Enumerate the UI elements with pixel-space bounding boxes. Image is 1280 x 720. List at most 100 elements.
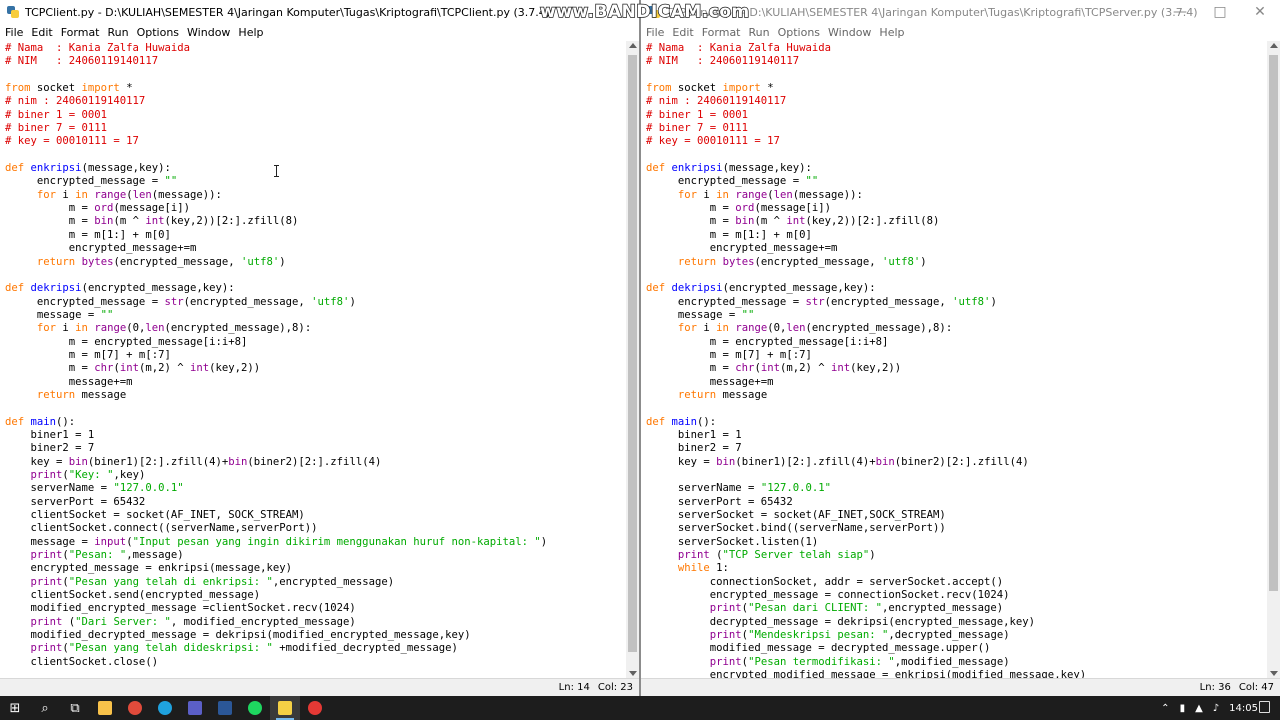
code-line[interactable]: clientSocket.send(encrypted_message) [5, 589, 261, 601]
code-line[interactable]: def main(): [5, 416, 75, 428]
code-line[interactable]: m = chr(int(m,2) ^ int(key,2)) [646, 362, 901, 374]
code-line[interactable]: serverSocket = socket(AF_INET,SOCK_STREA… [646, 509, 946, 521]
code-line[interactable]: encrypted_message = connectionSocket.rec… [646, 589, 1010, 601]
code-line[interactable]: print ("Dari Server: ", modified_encrypt… [5, 616, 356, 628]
code-line[interactable]: for i in range(0,len(encrypted_message),… [646, 322, 952, 334]
code-line[interactable]: m = bin(m ^ int(key,2))[2:].zfill(8) [646, 215, 940, 227]
notification-icon[interactable] [1259, 701, 1270, 713]
code-line[interactable]: encrypted_message+=m [646, 242, 838, 254]
server-scroll-thumb[interactable] [1269, 55, 1278, 591]
code-line[interactable]: def dekripsi(encrypted_message,key): [5, 282, 235, 294]
code-line[interactable]: m = m[7] + m[:7] [646, 349, 812, 361]
code-line[interactable]: m = ord(message[i]) [646, 202, 831, 214]
clock[interactable]: 14:05 [1229, 703, 1258, 714]
code-line[interactable]: encrypted_message = enkripsi(message,key… [5, 562, 293, 574]
code-line[interactable]: def enkripsi(message,key): [5, 162, 171, 174]
battery-icon[interactable]: ▮ [1180, 703, 1186, 714]
code-line[interactable]: # biner 7 = 0111 [646, 122, 748, 134]
code-line[interactable]: encrypted_modified_message = enkripsi(mo… [646, 669, 1086, 678]
code-line[interactable]: print("Pesan termodifikasi: ",modified_m… [646, 656, 1010, 668]
code-line[interactable]: # biner 1 = 0001 [646, 109, 748, 121]
code-line[interactable]: # biner 1 = 0001 [5, 109, 107, 121]
code-line[interactable]: biner1 = 1 [5, 429, 95, 441]
server-code-text[interactable]: # Nama : Kania Zalfa Huwaida # NIM : 240… [641, 41, 1267, 678]
scroll-down-arrow-icon[interactable] [629, 671, 637, 676]
code-line[interactable]: return bytes(encrypted_message, 'utf8') [5, 256, 286, 268]
client-menu-format[interactable]: Format [57, 26, 104, 39]
server-menu-help[interactable]: Help [875, 26, 908, 39]
word-taskbar-button[interactable] [210, 696, 240, 720]
code-line[interactable]: clientSocket.close() [5, 656, 159, 668]
code-line[interactable]: # nim : 24060119140117 [646, 95, 786, 107]
code-line[interactable]: biner2 = 7 [5, 442, 95, 454]
volume-icon[interactable]: ♪ [1213, 703, 1219, 714]
code-line[interactable]: biner1 = 1 [646, 429, 742, 441]
server-code-editor[interactable]: # Nama : Kania Zalfa Huwaida # NIM : 240… [641, 41, 1267, 678]
code-line[interactable]: encrypted_message = str(encrypted_messag… [5, 296, 356, 308]
chevron-up-icon[interactable]: ⌃ [1161, 703, 1169, 714]
code-line[interactable]: m = encrypted_message[i:i+8] [646, 336, 889, 348]
spotify-taskbar-button[interactable] [240, 696, 270, 720]
code-line[interactable]: return message [646, 389, 767, 401]
code-line[interactable]: while 1: [646, 562, 729, 574]
code-line[interactable]: encrypted_message = "" [5, 175, 177, 187]
scroll-up-arrow-icon[interactable] [629, 43, 637, 48]
code-line[interactable]: print("Pesan: ",message) [5, 549, 184, 561]
code-line[interactable]: # Nama : Kania Zalfa Huwaida [646, 42, 831, 54]
code-line[interactable]: encrypted_message = "" [646, 175, 818, 187]
code-line[interactable]: serverPort = 65432 [646, 496, 793, 508]
server-menu-format[interactable]: Format [698, 26, 745, 39]
code-line[interactable]: m = m[1:] + m[0] [5, 229, 171, 241]
code-line[interactable]: # biner 7 = 0111 [5, 122, 107, 134]
code-line[interactable]: print("Key: ",key) [5, 469, 146, 481]
code-line[interactable]: for i in range(len(message)): [5, 189, 222, 201]
code-line[interactable]: # NIM : 24060119140117 [646, 55, 799, 67]
code-line[interactable]: message = "" [646, 309, 755, 321]
bandicam-taskbar-button[interactable] [300, 696, 330, 720]
task-view-taskbar-button[interactable]: ⧉ [60, 696, 90, 720]
code-line[interactable]: decrypted_message = dekripsi(encrypted_m… [646, 616, 1035, 628]
code-line[interactable]: # nim : 24060119140117 [5, 95, 145, 107]
maximize-icon[interactable]: □ [1200, 0, 1240, 24]
code-line[interactable]: serverSocket.bind((serverName,serverPort… [646, 522, 946, 534]
code-line[interactable]: from socket import * [646, 82, 774, 94]
server-menu-window[interactable]: Window [824, 26, 875, 39]
server-vertical-scrollbar[interactable] [1267, 41, 1280, 678]
code-line[interactable]: message+=m [646, 376, 774, 388]
code-line[interactable]: encrypted_message+=m [5, 242, 197, 254]
code-line[interactable]: m = m[1:] + m[0] [646, 229, 812, 241]
code-line[interactable]: serverSocket.listen(1) [646, 536, 818, 548]
code-line[interactable]: print("Mendeskripsi pesan: ",decrypted_m… [646, 629, 1010, 641]
client-menu-file[interactable]: File [1, 26, 27, 39]
client-scroll-thumb[interactable] [628, 55, 637, 652]
code-line[interactable]: # key = 00010111 = 17 [5, 135, 139, 147]
code-line[interactable]: message = input("Input pesan yang ingin … [5, 536, 548, 548]
server-menu-options[interactable]: Options [774, 26, 824, 39]
code-line[interactable]: for i in range(len(message)): [646, 189, 863, 201]
code-line[interactable]: clientSocket = socket(AF_INET, SOCK_STRE… [5, 509, 305, 521]
code-line[interactable]: message = "" [5, 309, 114, 321]
code-line[interactable]: def enkripsi(message,key): [646, 162, 812, 174]
code-line[interactable]: key = bin(biner1)[2:].zfill(4)+bin(biner… [646, 456, 1029, 468]
python-idle-taskbar-button[interactable] [270, 696, 300, 720]
code-line[interactable]: m = m[7] + m[:7] [5, 349, 171, 361]
close-icon[interactable]: ✕ [1240, 0, 1280, 24]
client-menu-help[interactable]: Help [234, 26, 267, 39]
file-explorer-taskbar-button[interactable] [90, 696, 120, 720]
code-line[interactable]: modified_decrypted_message = dekripsi(mo… [5, 629, 471, 641]
code-line[interactable]: modified_encrypted_message =clientSocket… [5, 602, 356, 614]
minimize-icon[interactable]: — [1160, 0, 1200, 24]
client-code-editor[interactable]: # Nama : Kania Zalfa Huwaida # NIM : 240… [0, 41, 626, 678]
server-menu-file[interactable]: File [642, 26, 668, 39]
client-menu-window[interactable]: Window [183, 26, 234, 39]
code-line[interactable]: modified_message = decrypted_message.upp… [646, 642, 991, 654]
network-icon[interactable]: ▲ [1195, 703, 1203, 714]
code-line[interactable]: m = chr(int(m,2) ^ int(key,2)) [5, 362, 260, 374]
code-line[interactable]: connectionSocket, addr = serverSocket.ac… [646, 576, 1003, 588]
code-line[interactable]: message+=m [5, 376, 133, 388]
client-code-text[interactable]: # Nama : Kania Zalfa Huwaida # NIM : 240… [0, 41, 626, 669]
code-line[interactable]: m = ord(message[i]) [5, 202, 190, 214]
code-line[interactable]: m = bin(m ^ int(key,2))[2:].zfill(8) [5, 215, 299, 227]
server-menu-run[interactable]: Run [745, 26, 774, 39]
search-taskbar-button[interactable]: ⌕ [30, 696, 60, 720]
